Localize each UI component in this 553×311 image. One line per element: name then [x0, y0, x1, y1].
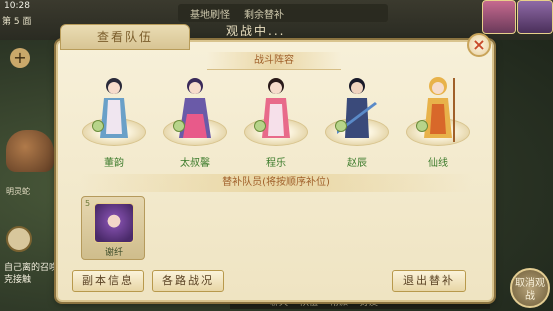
hero-rank-badge [254, 120, 266, 132]
chat-line: 克接触 [4, 275, 32, 285]
creature-label: 明灵蛇 [6, 187, 30, 196]
hero-card[interactable]: 太叔馨 [157, 68, 233, 172]
chat-line: 自己离的召唤 [4, 263, 59, 273]
substitute-title: 替补队员(将按顺序补位) [80, 174, 472, 192]
hero-card[interactable]: 董韵 [76, 68, 152, 172]
hero-card[interactable]: 程乐 [238, 68, 314, 172]
dungeon-info-button[interactable]: 副本信息 [72, 270, 144, 292]
hero-name: 仙线 [428, 158, 448, 169]
chat-preview[interactable]: 自己离的召唤 克接触 [4, 262, 60, 286]
add-button[interactable]: + [10, 48, 30, 68]
hero-figure [337, 78, 377, 138]
left-label: 第 [2, 17, 12, 27]
hero-figure [262, 78, 290, 138]
slot-number: 5 [85, 199, 91, 208]
hero-figure [179, 78, 211, 138]
top-bar-item: 基地刷怪 [190, 9, 230, 21]
mount-creature [6, 130, 54, 172]
hero-card[interactable]: 仙线 [400, 68, 476, 172]
cancel-watch-button[interactable]: 取消观战 [510, 268, 550, 308]
all-battles-button[interactable]: 各路战况 [152, 270, 224, 292]
hero-name: 董韵 [104, 158, 124, 169]
hero-figure [100, 78, 128, 138]
top-info-bar: 基地刷怪 剩余替补 [178, 4, 388, 22]
clock: 10:28 [4, 1, 30, 11]
hero-card[interactable]: 赵辰 [319, 68, 395, 172]
left-text: 5 面 [13, 17, 32, 27]
hero-name: 赵辰 [347, 158, 367, 169]
player-avatar[interactable] [517, 0, 553, 34]
substitute-portrait [94, 203, 134, 243]
hero-rank-badge [416, 120, 428, 132]
tab-view-team[interactable]: 查看队伍 [60, 24, 190, 50]
watching-status: 观战中... [226, 24, 286, 38]
exit-substitute-button[interactable]: 退出替补 [392, 270, 466, 292]
hero-lineup: 董韵 太叔馨 程乐 赵辰 仙线 [76, 68, 476, 172]
hero-rank-badge [173, 120, 185, 132]
status-bar: 10:28 [4, 1, 36, 11]
substitute-name: 谢纤 [104, 248, 123, 258]
close-button[interactable]: × [467, 33, 491, 57]
player-avatar[interactable] [482, 0, 516, 34]
hero-rank-badge [335, 120, 347, 132]
chat-icon[interactable] [6, 226, 32, 252]
hero-name: 程乐 [266, 158, 286, 169]
hero-figure [424, 77, 455, 142]
hero-name: 太叔馨 [180, 158, 210, 169]
left-hud-text: 第 5 面 [2, 14, 31, 27]
substitute-slot[interactable]: 5 谢纤 [81, 196, 145, 260]
top-bar-item: 剩余替补 [244, 9, 284, 21]
hero-rank-badge [92, 120, 104, 132]
